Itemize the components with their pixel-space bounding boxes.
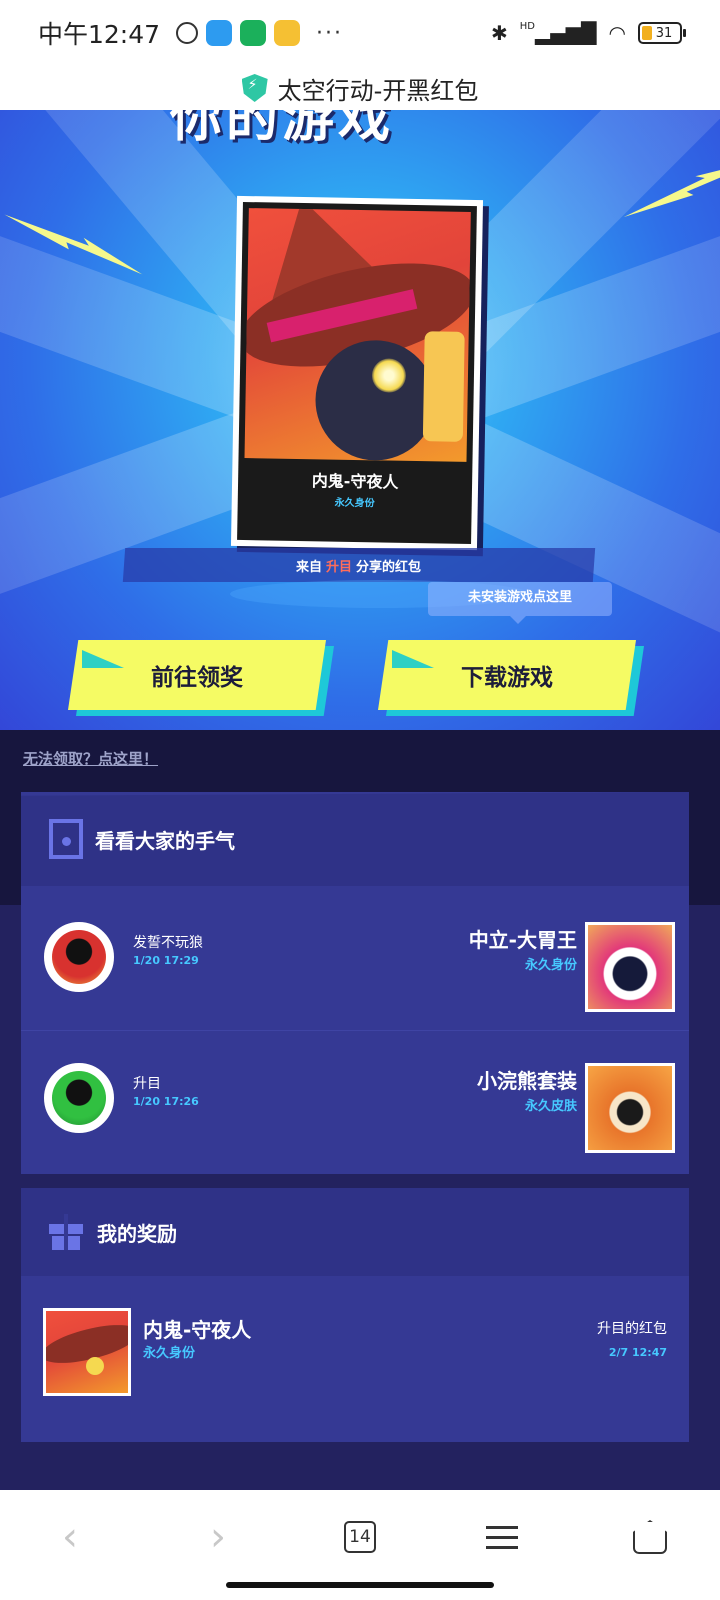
prize-character-image xyxy=(244,208,471,462)
list-item: 发誓不玩狼 1/20 17:29 中立-大胃王 永久身份 xyxy=(21,890,689,1030)
download-game-button[interactable]: 下载游戏 xyxy=(378,640,644,716)
download-tooltip: 未安装游戏点这里 xyxy=(428,582,612,624)
browser-bottom-nav: ‹ › 14 xyxy=(0,1490,720,1600)
weibo-icon xyxy=(274,20,301,46)
home-button[interactable] xyxy=(620,1512,680,1562)
item-thumbnail xyxy=(585,1063,675,1153)
battery-icon: 31 xyxy=(638,22,686,44)
security-shield-icon xyxy=(241,74,268,102)
rewards-panel-title: 我的奖励 xyxy=(97,1221,177,1246)
tabs-button[interactable]: 14 xyxy=(330,1512,390,1562)
share-prefix: 来自 xyxy=(296,559,323,575)
share-suffix: 分享的红包 xyxy=(356,559,422,575)
back-arrow-icon: ‹ xyxy=(62,1514,78,1560)
reward-time: 2/7 12:47 xyxy=(608,1346,667,1359)
reward-item: 内鬼-守夜人 永久身份 升目的红包 2/7 12:47 xyxy=(21,1280,689,1430)
home-icon xyxy=(633,1520,667,1554)
reward-source: 升目的红包 xyxy=(597,1321,667,1337)
app-notification-icon xyxy=(206,20,233,46)
reward-thumbnail xyxy=(43,1308,131,1396)
my-rewards-panel: 我的奖励 内鬼-守夜人 永久身份 升目的红包 2/7 12:47 xyxy=(21,1188,689,1442)
record-item-type: 永久皮肤 xyxy=(524,1099,577,1114)
item-thumbnail xyxy=(585,922,675,1012)
forward-arrow-icon: › xyxy=(210,1514,226,1560)
title-bar: 太空行动-开黑红包 xyxy=(0,66,720,110)
hero-heading: 你的游戏 xyxy=(170,110,395,149)
more-notifications-icon: ··· xyxy=(316,20,344,46)
menu-icon xyxy=(486,1525,518,1529)
reward-name: 内鬼-守夜人 xyxy=(143,1318,252,1342)
signal-hd-label: HD xyxy=(519,21,536,32)
claim-prize-button[interactable]: 前往领奖 xyxy=(68,640,334,716)
hero-banner: 你的游戏 内鬼-守夜人 永久身份 来自 升目 分享的红包 未安装游戏点这里 前往领奖… xyxy=(0,110,720,730)
signal-icon: HD▂▄▆█ xyxy=(519,21,597,45)
prize-name: 内鬼-守夜人 xyxy=(311,471,399,492)
bluetooth-icon: ✱ xyxy=(491,21,508,45)
reward-type: 永久身份 xyxy=(143,1346,196,1361)
record-user: 发誓不玩狼 xyxy=(133,935,203,951)
battery-level: 31 xyxy=(655,25,673,41)
record-time: 1/20 17:26 xyxy=(133,1095,199,1108)
avatar xyxy=(44,922,114,992)
cannot-claim-help-link[interactable]: 无法领取？点这里！ xyxy=(23,748,158,769)
luck-panel-title: 看看大家的手气 xyxy=(95,828,235,853)
list-item: 升目 1/20 17:26 小浣熊套装 永久皮肤 xyxy=(21,1030,689,1170)
back-button[interactable]: ‹ xyxy=(40,1512,100,1562)
record-user: 升目 xyxy=(133,1076,161,1092)
prize-card: 内鬼-守夜人 永久身份 xyxy=(230,195,484,551)
tab-count: 14 xyxy=(344,1521,376,1553)
forward-button[interactable]: › xyxy=(188,1512,248,1562)
record-time: 1/20 17:29 xyxy=(133,954,199,967)
record-item: 小浣熊套装 xyxy=(477,1069,577,1093)
sharer-name: 升目 xyxy=(326,559,353,575)
prize-type: 永久身份 xyxy=(334,497,375,510)
page-title: 太空行动-开黑红包 xyxy=(277,76,479,105)
alarm-icon xyxy=(176,22,199,44)
status-bar: 中午12:47 ··· ✱ HD▂▄▆█ ◠ 31 xyxy=(0,0,720,66)
share-source-banner: 来自 升目 分享的红包 xyxy=(122,548,596,582)
gift-icon xyxy=(49,1214,83,1250)
wifi-icon: ◠ xyxy=(608,21,626,45)
claim-prize-label: 前往领奖 xyxy=(151,665,243,691)
download-game-label: 下载游戏 xyxy=(461,665,553,691)
home-indicator[interactable] xyxy=(226,1582,494,1588)
phone-app-icon xyxy=(240,20,267,46)
badge-icon xyxy=(49,819,83,859)
record-item: 中立-大胃王 xyxy=(468,928,577,952)
record-item-type: 永久身份 xyxy=(524,958,577,973)
everyone-luck-panel: 看看大家的手气 发誓不玩狼 1/20 17:29 中立-大胃王 永久身份 升目 … xyxy=(21,792,689,1174)
menu-button[interactable] xyxy=(472,1512,532,1562)
records-section: 无法领取？点这里！ 看看大家的手气 发誓不玩狼 1/20 17:29 中立-大胃… xyxy=(0,730,720,1490)
avatar xyxy=(44,1063,114,1133)
status-time: 中午12:47 xyxy=(38,20,161,49)
